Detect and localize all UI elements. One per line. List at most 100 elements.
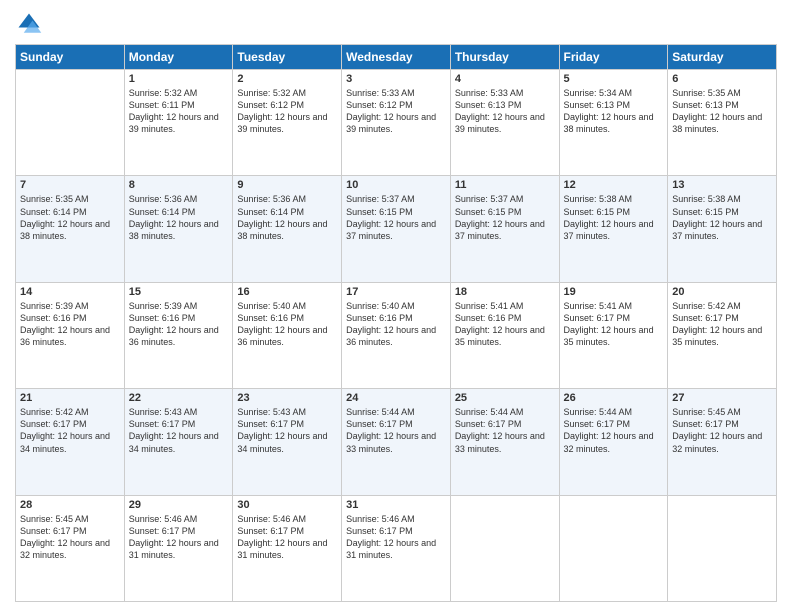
day-header: Wednesday <box>342 45 451 70</box>
calendar-cell: 20 Sunrise: 5:42 AMSunset: 6:17 PMDayligh… <box>668 282 777 388</box>
day-number: 1 <box>129 73 229 85</box>
calendar-cell: 12Sunrise: 5:38 AMSunset: 6:15 PMDayligh… <box>559 176 668 282</box>
day-info: Sunrise: 5:32 AMSunset: 6:11 PMDaylight:… <box>129 87 229 136</box>
calendar-cell: 22 Sunrise: 5:43 AMSunset: 6:17 PMDayligh… <box>124 389 233 495</box>
day-info: Sunrise: 5:36 AMSunset: 6:14 PMDaylight:… <box>237 193 337 242</box>
day-info: Sunrise: 5:41 AMSunset: 6:17 PMDaylight:… <box>564 300 664 349</box>
day-info: Sunrise: 5:34 AMSunset: 6:13 PMDaylight:… <box>564 87 664 136</box>
calendar-cell: 26 Sunrise: 5:44 AMSunset: 6:17 PMDayligh… <box>559 389 668 495</box>
calendar-cell: 1 Sunrise: 5:32 AMSunset: 6:11 PMDaylight… <box>124 70 233 176</box>
day-number: 8 <box>129 179 229 191</box>
logo <box>15 10 47 38</box>
day-number: 25 <box>455 392 555 404</box>
day-header: Saturday <box>668 45 777 70</box>
day-info: Sunrise: 5:45 AMSunset: 6:17 PMDaylight:… <box>672 406 772 455</box>
calendar-cell: 6 Sunrise: 5:35 AMSunset: 6:13 PMDaylight… <box>668 70 777 176</box>
calendar-cell: 29 Sunrise: 5:46 AMSunset: 6:17 PMDayligh… <box>124 495 233 601</box>
page: SundayMondayTuesdayWednesdayThursdayFrid… <box>0 0 792 612</box>
day-number: 9 <box>237 179 337 191</box>
calendar-cell: 30Sunrise: 5:46 AMSunset: 6:17 PMDayligh… <box>233 495 342 601</box>
day-number: 7 <box>20 179 120 191</box>
day-number: 26 <box>564 392 664 404</box>
week-row: 21Sunrise: 5:42 AMSunset: 6:17 PMDayligh… <box>16 389 777 495</box>
day-number: 31 <box>346 499 446 511</box>
day-info: Sunrise: 5:44 AMSunset: 6:17 PMDaylight:… <box>564 406 664 455</box>
calendar-cell: 19 Sunrise: 5:41 AMSunset: 6:17 PMDayligh… <box>559 282 668 388</box>
day-info: Sunrise: 5:46 AMSunset: 6:17 PMDaylight:… <box>129 513 229 562</box>
day-number: 18 <box>455 286 555 298</box>
header-row: SundayMondayTuesdayWednesdayThursdayFrid… <box>16 45 777 70</box>
day-info: Sunrise: 5:39 AMSunset: 6:16 PMDaylight:… <box>129 300 229 349</box>
calendar-cell: 4 Sunrise: 5:33 AMSunset: 6:13 PMDaylight… <box>450 70 559 176</box>
day-number: 6 <box>672 73 772 85</box>
calendar-cell: 9 Sunrise: 5:36 AMSunset: 6:14 PMDaylight… <box>233 176 342 282</box>
calendar-table: SundayMondayTuesdayWednesdayThursdayFrid… <box>15 44 777 602</box>
calendar-cell: 27 Sunrise: 5:45 AMSunset: 6:17 PMDayligh… <box>668 389 777 495</box>
day-info: Sunrise: 5:37 AMSunset: 6:15 PMDaylight:… <box>346 193 446 242</box>
day-number: 3 <box>346 73 446 85</box>
day-info: Sunrise: 5:44 AMSunset: 6:17 PMDaylight:… <box>346 406 446 455</box>
day-number: 22 <box>129 392 229 404</box>
day-info: Sunrise: 5:45 AMSunset: 6:17 PMDaylight:… <box>20 513 120 562</box>
day-header: Tuesday <box>233 45 342 70</box>
calendar-cell: 31 Sunrise: 5:46 AMSunset: 6:17 PMDayligh… <box>342 495 451 601</box>
day-header: Monday <box>124 45 233 70</box>
day-info: Sunrise: 5:35 AMSunset: 6:13 PMDaylight:… <box>672 87 772 136</box>
week-row: 14Sunrise: 5:39 AMSunset: 6:16 PMDayligh… <box>16 282 777 388</box>
day-info: Sunrise: 5:46 AMSunset: 6:17 PMDaylight:… <box>237 513 337 562</box>
calendar-cell: 15 Sunrise: 5:39 AMSunset: 6:16 PMDayligh… <box>124 282 233 388</box>
day-info: Sunrise: 5:39 AMSunset: 6:16 PMDaylight:… <box>20 300 120 349</box>
day-number: 23 <box>237 392 337 404</box>
week-row: 28Sunrise: 5:45 AMSunset: 6:17 PMDayligh… <box>16 495 777 601</box>
day-info: Sunrise: 5:42 AMSunset: 6:17 PMDaylight:… <box>672 300 772 349</box>
day-header: Friday <box>559 45 668 70</box>
calendar-cell: 7 Sunrise: 5:35 AMSunset: 6:14 PMDaylight… <box>16 176 125 282</box>
calendar-cell: 11 Sunrise: 5:37 AMSunset: 6:15 PMDayligh… <box>450 176 559 282</box>
calendar-cell <box>16 70 125 176</box>
day-info: Sunrise: 5:40 AMSunset: 6:16 PMDaylight:… <box>346 300 446 349</box>
calendar-cell: 21Sunrise: 5:42 AMSunset: 6:17 PMDayligh… <box>16 389 125 495</box>
header <box>15 10 777 38</box>
day-number: 24 <box>346 392 446 404</box>
day-number: 20 <box>672 286 772 298</box>
day-number: 27 <box>672 392 772 404</box>
day-info: Sunrise: 5:43 AMSunset: 6:17 PMDaylight:… <box>129 406 229 455</box>
calendar-cell: 17 Sunrise: 5:40 AMSunset: 6:16 PMDayligh… <box>342 282 451 388</box>
calendar-cell: 3Sunrise: 5:33 AMSunset: 6:12 PMDaylight… <box>342 70 451 176</box>
day-number: 13 <box>672 179 772 191</box>
calendar-cell <box>668 495 777 601</box>
calendar-cell: 10 Sunrise: 5:37 AMSunset: 6:15 PMDayligh… <box>342 176 451 282</box>
day-info: Sunrise: 5:36 AMSunset: 6:14 PMDaylight:… <box>129 193 229 242</box>
day-info: Sunrise: 5:37 AMSunset: 6:15 PMDaylight:… <box>455 193 555 242</box>
day-number: 5 <box>564 73 664 85</box>
day-info: Sunrise: 5:46 AMSunset: 6:17 PMDaylight:… <box>346 513 446 562</box>
calendar-cell <box>559 495 668 601</box>
calendar-cell: 18Sunrise: 5:41 AMSunset: 6:16 PMDayligh… <box>450 282 559 388</box>
day-info: Sunrise: 5:35 AMSunset: 6:14 PMDaylight:… <box>20 193 120 242</box>
day-info: Sunrise: 5:38 AMSunset: 6:15 PMDaylight:… <box>672 193 772 242</box>
calendar-cell: 8 Sunrise: 5:36 AMSunset: 6:14 PMDaylight… <box>124 176 233 282</box>
calendar-cell: 16 Sunrise: 5:40 AMSunset: 6:16 PMDayligh… <box>233 282 342 388</box>
day-info: Sunrise: 5:42 AMSunset: 6:17 PMDaylight:… <box>20 406 120 455</box>
calendar-cell: 23 Sunrise: 5:43 AMSunset: 6:17 PMDayligh… <box>233 389 342 495</box>
day-info: Sunrise: 5:33 AMSunset: 6:13 PMDaylight:… <box>455 87 555 136</box>
day-number: 10 <box>346 179 446 191</box>
day-number: 15 <box>129 286 229 298</box>
day-number: 16 <box>237 286 337 298</box>
calendar-cell: 14Sunrise: 5:39 AMSunset: 6:16 PMDayligh… <box>16 282 125 388</box>
day-number: 29 <box>129 499 229 511</box>
day-info: Sunrise: 5:44 AMSunset: 6:17 PMDaylight:… <box>455 406 555 455</box>
day-number: 17 <box>346 286 446 298</box>
day-info: Sunrise: 5:32 AMSunset: 6:12 PMDaylight:… <box>237 87 337 136</box>
logo-icon <box>15 10 43 38</box>
day-number: 4 <box>455 73 555 85</box>
day-number: 11 <box>455 179 555 191</box>
day-header: Thursday <box>450 45 559 70</box>
calendar-cell: 24 Sunrise: 5:44 AMSunset: 6:17 PMDayligh… <box>342 389 451 495</box>
day-number: 2 <box>237 73 337 85</box>
calendar-cell <box>450 495 559 601</box>
day-info: Sunrise: 5:43 AMSunset: 6:17 PMDaylight:… <box>237 406 337 455</box>
calendar-cell: 5 Sunrise: 5:34 AMSunset: 6:13 PMDaylight… <box>559 70 668 176</box>
day-info: Sunrise: 5:40 AMSunset: 6:16 PMDaylight:… <box>237 300 337 349</box>
day-number: 19 <box>564 286 664 298</box>
